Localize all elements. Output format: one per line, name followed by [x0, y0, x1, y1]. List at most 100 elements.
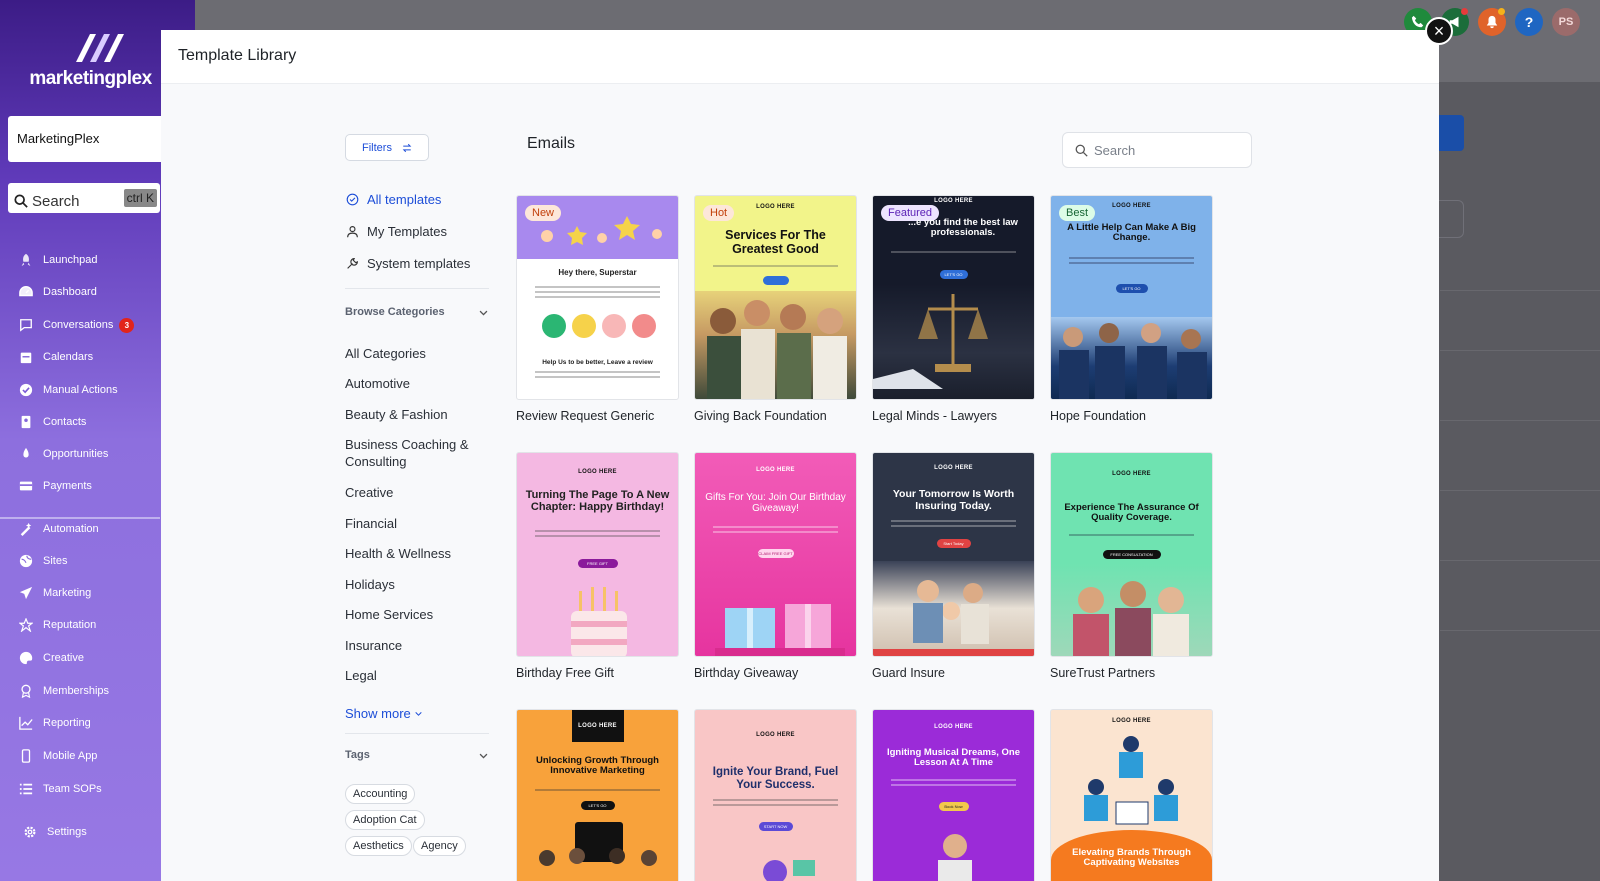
check-circle-icon: [345, 193, 359, 207]
magic-wand-icon: [18, 521, 34, 537]
happy-face-icon: [541, 314, 566, 338]
sidebar-item-payments[interactable]: Payments: [18, 475, 158, 497]
template-card[interactable]: LOGO HERE Unlocking Growth Through Innov…: [516, 709, 679, 881]
template-card[interactable]: LOGO HERE Experience The Assurance Of Qu…: [1050, 452, 1213, 657]
category-all-categories[interactable]: All Categories: [345, 345, 495, 362]
sidebar-item-calendars[interactable]: Calendars: [18, 346, 158, 368]
notification-dot: [1461, 8, 1468, 15]
bell-icon[interactable]: [1478, 8, 1506, 36]
sidebar-item-mobile-app[interactable]: Mobile App: [18, 745, 158, 767]
category-automotive[interactable]: Automotive: [345, 375, 495, 392]
sidebar-item-memberships[interactable]: Memberships: [18, 680, 158, 702]
card-subheadline: Help Us to be better, Leave a review: [542, 359, 653, 366]
template-card[interactable]: LOGO HERE Gifts For You: Join Our Birthd…: [694, 452, 857, 657]
sidebar-item-conversations[interactable]: Conversations 3: [18, 314, 158, 336]
sidebar-item-team-sops[interactable]: Team SOPs: [18, 778, 158, 800]
section-label: Tags: [345, 749, 370, 761]
sidebar-item-settings[interactable]: Settings: [22, 821, 162, 843]
category-holidays[interactable]: Holidays: [345, 576, 495, 593]
template-name[interactable]: Giving Back Foundation: [694, 409, 827, 423]
template-card[interactable]: LOGO HERE Ignite Your Brand, Fuel Your S…: [694, 709, 857, 881]
template-name[interactable]: Birthday Giveaway: [694, 666, 798, 680]
star-icon: [18, 617, 34, 633]
card-body-text: [535, 527, 660, 540]
category-home-services[interactable]: Home Services: [345, 606, 495, 623]
filters-button[interactable]: Filters: [345, 134, 429, 161]
card-body-text: [891, 248, 1016, 256]
category-creative[interactable]: Creative: [345, 484, 495, 501]
filter-all-templates[interactable]: All templates: [345, 192, 441, 207]
category-legal[interactable]: Legal: [345, 667, 495, 684]
sidebar-item-label: Team SOPs: [43, 783, 102, 795]
category-beauty-fashion[interactable]: Beauty & Fashion: [345, 406, 495, 423]
sidebar-item-label: Marketing: [43, 587, 92, 599]
category-insurance[interactable]: Insurance: [345, 637, 495, 654]
sidebar-item-label: Reporting: [43, 717, 91, 729]
card-badge: New: [525, 205, 562, 221]
filters-label: Filters: [362, 141, 392, 154]
sidebar-item-dashboard[interactable]: Dashboard: [18, 281, 158, 303]
card-cta: FREE CONSULTATION: [1102, 550, 1161, 559]
template-card[interactable]: LOGO HERE Featured ...e you find the bes…: [872, 195, 1035, 400]
background-divider: [1440, 350, 1600, 351]
sidebar-item-label: Settings: [47, 826, 87, 838]
close-button[interactable]: ×: [1425, 17, 1453, 45]
template-card[interactable]: LOGO HERE Turning The Page To A New Chap…: [516, 452, 679, 657]
wrench-icon: [345, 257, 359, 271]
sidebar-search[interactable]: Search ctrl K: [8, 183, 160, 213]
filter-my-templates[interactable]: My Templates: [345, 224, 447, 239]
card-body-text: [535, 786, 660, 794]
background-divider: [1440, 420, 1600, 421]
template-card[interactable]: Hot LOGO HERE Services For The Greatest …: [694, 195, 857, 400]
sidebar-item-contacts[interactable]: Contacts: [18, 411, 158, 433]
category-business-coaching[interactable]: Business Coaching & Consulting: [345, 436, 485, 470]
template-name[interactable]: Birthday Free Gift: [516, 666, 614, 680]
sidebar-item-creative[interactable]: Creative: [18, 647, 158, 669]
template-card[interactable]: LOGO HERE Elevating Brands Through Capti…: [1050, 709, 1213, 881]
tag-chip[interactable]: Agency: [413, 836, 466, 856]
tag-chip[interactable]: Adoption Cat: [345, 810, 425, 830]
category-financial[interactable]: Financial: [345, 515, 495, 532]
shapes-illustration: [763, 860, 815, 881]
avatar[interactable]: PS: [1552, 8, 1580, 36]
modal-header: Template Library: [161, 30, 1439, 84]
tag-chip[interactable]: Aesthetics: [345, 836, 412, 856]
sidebar-item-automation[interactable]: Automation: [18, 518, 158, 540]
sidebar-item-label: Creative: [43, 652, 84, 664]
template-card[interactable]: Best LOGO HERE A Little Help Can Make A …: [1050, 195, 1213, 400]
filter-system-templates[interactable]: System templates: [345, 256, 470, 271]
sidebar-item-reputation[interactable]: Reputation: [18, 614, 158, 636]
card-cta: START NOW: [758, 822, 793, 831]
tag-chip[interactable]: Accounting: [345, 784, 416, 804]
template-card[interactable]: LOGO HERE Igniting Musical Dreams, One L…: [872, 709, 1035, 881]
card-cta: LET'S GO: [580, 801, 615, 810]
template-card[interactable]: New Hey there, Superstar Help Us to be b…: [516, 195, 679, 400]
card-logo: LOGO HERE: [1112, 471, 1151, 477]
sidebar-item-launchpad[interactable]: Launchpad: [18, 249, 158, 271]
background-divider: [1440, 490, 1600, 491]
sidebar-item-reporting[interactable]: Reporting: [18, 712, 158, 734]
template-search-input[interactable]: Search: [1062, 132, 1252, 168]
card-headline: Your Tomorrow Is Worth Insuring Today.: [892, 488, 1015, 512]
show-more-link[interactable]: Show more: [345, 706, 423, 721]
sidebar-item-marketing[interactable]: Marketing: [18, 582, 158, 604]
divider: [345, 288, 489, 289]
template-card[interactable]: LOGO HERE Your Tomorrow Is Worth Insurin…: [872, 452, 1035, 657]
team-photo: [539, 848, 657, 866]
group-photo: [695, 291, 856, 399]
template-name[interactable]: Review Request Generic: [516, 409, 654, 423]
tags-header[interactable]: Tags: [345, 749, 489, 761]
help-icon[interactable]: ?: [1515, 8, 1543, 36]
template-name[interactable]: Hope Foundation: [1050, 409, 1146, 423]
sidebar-item-opportunities[interactable]: Opportunities: [18, 443, 158, 465]
template-name[interactable]: Guard Insure: [872, 666, 945, 680]
category-health-wellness[interactable]: Health & Wellness: [345, 545, 495, 562]
card-headline: Unlocking Growth Through Innovative Mark…: [536, 755, 659, 777]
template-name[interactable]: SureTrust Partners: [1050, 666, 1155, 680]
sidebar-item-label: Contacts: [43, 416, 87, 428]
phone-icon: [18, 748, 34, 764]
template-name[interactable]: Legal Minds - Lawyers: [872, 409, 997, 423]
browse-categories-header[interactable]: Browse Categories: [345, 306, 489, 318]
sidebar-item-manual-actions[interactable]: Manual Actions: [18, 379, 158, 401]
sidebar-item-sites[interactable]: Sites: [18, 550, 158, 572]
